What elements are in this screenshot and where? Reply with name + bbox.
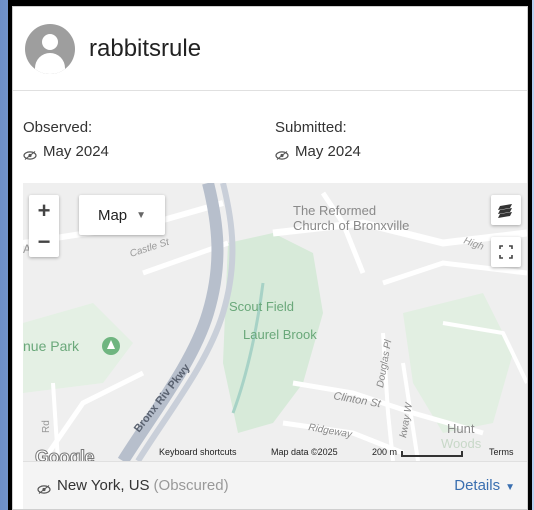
map-label-church-1: The Reformed <box>293 203 376 218</box>
submitted-label: Submitted: <box>275 119 347 136</box>
zoom-control: + − <box>29 195 59 257</box>
details-label: Details <box>454 477 501 494</box>
place-row: New York, US (Obscured) Details ▼ <box>23 461 527 509</box>
layers-button[interactable] <box>491 195 521 225</box>
map-label-church-2: Church of Bronxville <box>293 218 409 233</box>
layers-icon <box>498 204 512 218</box>
caret-down-icon: ▼ <box>136 209 147 221</box>
avatar[interactable] <box>25 23 75 74</box>
map-label-laurel-brook: Laurel Brook <box>243 327 317 342</box>
zoom-in-button[interactable]: + <box>29 195 59 226</box>
submitted-block: Submitted: May 2024 <box>275 119 361 160</box>
terms-link[interactable]: Terms <box>489 447 514 457</box>
map-type-label: Map <box>97 206 128 224</box>
observed-block: Observed: May 2024 <box>23 119 109 160</box>
submitted-value-row: May 2024 <box>275 143 361 160</box>
map-type-dropdown[interactable]: Map ▼ <box>79 195 165 235</box>
map-label-scout-field: Scout Field <box>229 299 294 314</box>
observation-card: rabbitsrule Observed: May 2024 Submitted… <box>12 6 528 510</box>
location-map[interactable]: The Reformed Church of Bronxville Scout … <box>23 183 527 461</box>
eye-slash-icon <box>23 147 37 160</box>
fullscreen-button[interactable] <box>491 237 521 267</box>
observed-label: Observed: <box>23 119 93 136</box>
map-label-park: nue Park <box>23 338 80 354</box>
place-name: New York, US <box>57 477 150 494</box>
scale-bar <box>401 451 463 457</box>
obscured-status: (Obscured) <box>153 477 229 494</box>
avatar-head <box>42 33 58 50</box>
details-dropdown[interactable]: Details ▼ <box>454 477 515 494</box>
map-data-text: Map data ©2025 <box>271 447 338 457</box>
map-attribution: Google Keyboard shortcuts Map data ©2025… <box>23 443 527 462</box>
submitted-value: May 2024 <box>295 143 361 160</box>
observed-value-row: May 2024 <box>23 143 109 160</box>
place-info: New York, US (Obscured) <box>37 477 229 494</box>
fullscreen-icon <box>499 245 513 259</box>
keyboard-shortcuts-link[interactable]: Keyboard shortcuts <box>159 447 237 457</box>
avatar-body <box>35 52 65 74</box>
user-header: rabbitsrule <box>13 7 527 91</box>
zoom-out-button[interactable]: − <box>29 226 59 257</box>
username[interactable]: rabbitsrule <box>89 35 201 63</box>
dates-section: Observed: May 2024 Submitted: May 2024 <box>13 119 527 169</box>
map-label-rd: Rd <box>41 420 52 433</box>
scale-label[interactable]: 200 m <box>372 447 397 457</box>
eye-slash-icon <box>37 481 51 494</box>
eye-slash-icon <box>275 147 289 160</box>
map-label-hunt: Hunt <box>447 421 475 436</box>
caret-down-icon: ▼ <box>505 482 515 493</box>
google-logo[interactable]: Google <box>35 447 96 462</box>
observed-value: May 2024 <box>43 143 109 160</box>
